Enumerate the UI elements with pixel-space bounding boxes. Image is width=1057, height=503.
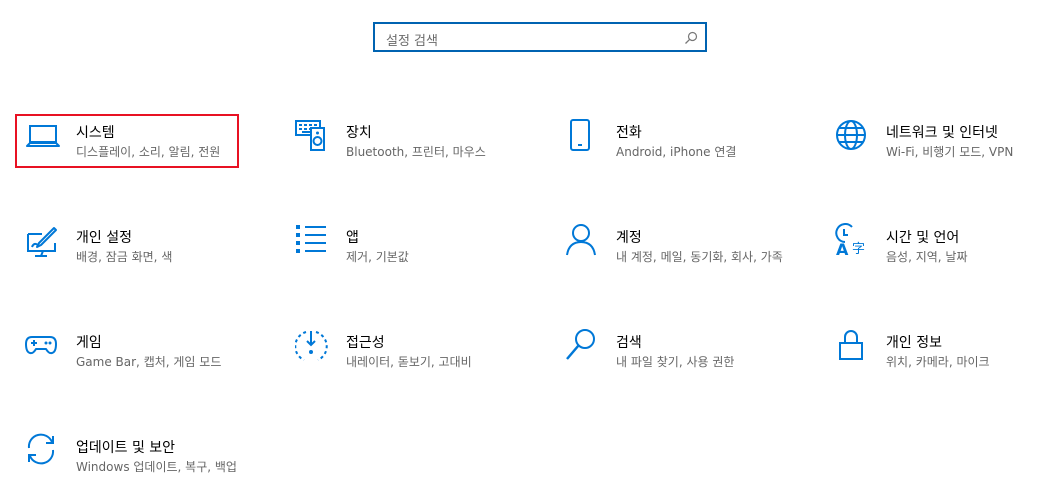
search-placeholder: 설정 검색	[386, 34, 438, 49]
tile-desc: Game Bar, 캡처, 게임 모드	[76, 355, 222, 369]
tile-desc: 제거, 기본값	[346, 250, 409, 264]
tile-search[interactable]: 검색 내 파일 찾기, 사용 권한	[565, 328, 815, 384]
tile-privacy[interactable]: 개인 정보 위치, 카메라, 마이크	[835, 328, 1057, 384]
search-category-icon	[566, 329, 595, 360]
devices-icon	[295, 120, 325, 151]
tile-title: 계정	[616, 230, 642, 246]
search-icon[interactable]	[684, 31, 698, 45]
ease-of-access-icon	[295, 331, 328, 361]
tile-title: 전화	[616, 125, 642, 141]
lock-icon	[839, 330, 863, 360]
svg-text:字: 字	[852, 242, 865, 257]
tile-personalization[interactable]: 개인 설정 배경, 잠금 화면, 색	[25, 223, 275, 279]
tile-desc: 내 파일 찾기, 사용 권한	[616, 355, 735, 369]
tile-desc: 내레이터, 돋보기, 고대비	[346, 355, 472, 369]
tile-title: 업데이트 및 보안	[76, 440, 176, 456]
tile-desc: Android, iPhone 연결	[616, 145, 737, 159]
tile-ease-of-access[interactable]: 접근성 내레이터, 돋보기, 고대비	[295, 328, 545, 384]
tile-title: 검색	[616, 335, 642, 351]
tile-desc: 위치, 카메라, 마이크	[886, 355, 990, 369]
tile-phone[interactable]: 전화 Android, iPhone 연결	[565, 118, 815, 174]
tile-desc: 배경, 잠금 화면, 색	[76, 250, 173, 264]
tile-title: 게임	[76, 335, 102, 351]
phone-icon	[570, 119, 590, 151]
tile-title: 시간 및 언어	[886, 230, 960, 246]
tile-apps[interactable]: 앱 제거, 기본값	[295, 223, 545, 279]
tile-title: 앱	[346, 230, 359, 246]
tile-gaming[interactable]: 게임 Game Bar, 캡처, 게임 모드	[25, 328, 275, 384]
tile-accounts[interactable]: 계정 내 계정, 메일, 동기화, 회사, 가족	[565, 223, 815, 279]
gamepad-icon	[25, 336, 57, 355]
tile-desc: Wi-Fi, 비행기 모드, VPN	[886, 145, 1014, 159]
tile-desc: 음성, 지역, 날짜	[886, 250, 968, 264]
tile-desc: Bluetooth, 프린터, 마우스	[346, 145, 486, 159]
time-language-icon: A 字	[835, 223, 865, 259]
tile-devices[interactable]: 장치 Bluetooth, 프린터, 마우스	[295, 118, 545, 174]
tile-title: 개인 설정	[76, 230, 132, 246]
tile-desc: 내 계정, 메일, 동기화, 회사, 가족	[616, 250, 783, 264]
apps-icon	[296, 225, 326, 253]
person-icon	[566, 224, 596, 256]
tile-network[interactable]: 네트워크 및 인터넷 Wi-Fi, 비행기 모드, VPN	[835, 118, 1057, 174]
tile-title: 개인 정보	[886, 335, 942, 351]
selected-highlight	[15, 114, 239, 168]
update-icon	[27, 433, 55, 465]
search-input[interactable]: 설정 검색	[373, 22, 707, 52]
tile-title: 접근성	[346, 335, 385, 351]
tile-time-language[interactable]: A 字 시간 및 언어 음성, 지역, 날짜	[835, 223, 1057, 279]
tile-title: 네트워크 및 인터넷	[886, 125, 998, 141]
globe-icon	[836, 120, 866, 150]
svg-text:A: A	[836, 240, 849, 259]
tile-desc: Windows 업데이트, 복구, 백업	[76, 460, 237, 474]
personalization-icon	[27, 227, 57, 257]
tile-update-security[interactable]: 업데이트 및 보안 Windows 업데이트, 복구, 백업	[25, 433, 275, 489]
tile-title: 장치	[346, 125, 372, 141]
